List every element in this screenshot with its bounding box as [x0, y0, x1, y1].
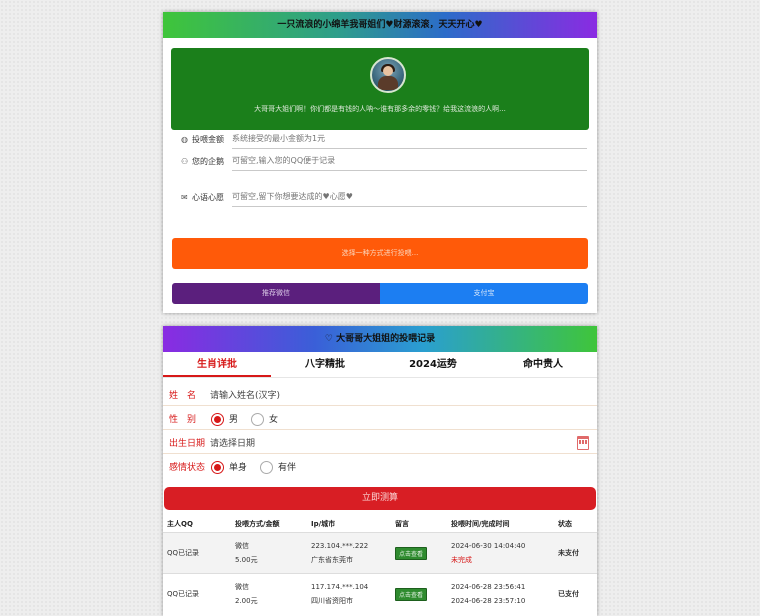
- alipay-button[interactable]: 支付宝: [380, 283, 588, 304]
- row-ip: 117.174.***.104 四川省资阳市: [307, 573, 391, 614]
- qq-row: ⚇ 您的企鹅: [181, 152, 587, 172]
- status-single-label: 单身: [229, 463, 248, 473]
- payment-options: 推荐微信 支付宝: [172, 283, 588, 304]
- status-badge: 未支付: [554, 532, 597, 574]
- row-qq: QQ已记录: [163, 573, 231, 614]
- row-ip: 223.104.***.222 广东省东莞市: [307, 532, 391, 574]
- user-icon: ⚇: [181, 157, 189, 166]
- tab-noble-person[interactable]: 命中贵人: [489, 355, 597, 375]
- gender-male-radio[interactable]: [211, 413, 224, 426]
- gender-female-radio[interactable]: [251, 413, 264, 426]
- col-status: 状态: [554, 515, 597, 533]
- row-message: 点击查看: [391, 573, 447, 614]
- row-time: 2024-06-30 14:04:40 未完成: [447, 532, 554, 574]
- intro-text: 大哥哥大姐们啊！你们都是有钱的人呐～谁有那多余的零钱？给我这流浪的人啊...: [254, 105, 506, 113]
- row-method: 微信 2.00元: [231, 573, 307, 614]
- gender-row: 性 别 男 女: [163, 408, 597, 430]
- wechat-pay-button[interactable]: 推荐微信: [172, 283, 380, 304]
- qq-label: ⚇ 您的企鹅: [181, 157, 224, 166]
- status-label: 感情状态: [169, 463, 206, 473]
- gender-label: 性 别: [169, 415, 197, 425]
- status-partner-label: 有伴: [278, 463, 297, 473]
- col-qq: 主人QQ: [163, 515, 231, 533]
- tab-bar: 生肖详批 八字精批 2024运势 命中贵人: [163, 355, 597, 377]
- avatar: [370, 57, 406, 93]
- tab-zodiac[interactable]: 生肖详批: [163, 355, 271, 377]
- gender-male-label: 男: [229, 415, 239, 425]
- records-table: 主人QQ 投喂方式/金额 Ip/城市 留言 投喂时间/完成时间 状态 QQ已记录…: [163, 515, 597, 614]
- coin-icon: ◍: [181, 135, 188, 144]
- name-label: 姓 名: [169, 391, 197, 401]
- view-message-button[interactable]: 点击查看: [395, 546, 428, 560]
- name-input[interactable]: 请输入姓名(汉字): [210, 388, 280, 401]
- records-header: ♡ 大哥哥大姐姐的投喂记录: [163, 326, 597, 352]
- table-row: QQ已记录 微信 2.00元 117.174.***.104 四川省资阳市 点击查看…: [163, 573, 597, 614]
- calendar-icon[interactable]: [577, 436, 589, 450]
- row-message: 点击查看: [391, 532, 447, 574]
- row-method: 微信 5.00元: [231, 532, 307, 574]
- status-badge: 已支付: [554, 573, 597, 614]
- intro-banner: 大哥哥大姐们啊！你们都是有钱的人呐～谁有那多余的零钱？给我这流浪的人啊...: [171, 48, 589, 130]
- row-time: 2024-06-28 23:56:41 2024-06-28 23:57:10: [447, 573, 554, 614]
- status-row: 感情状态 单身 有伴: [163, 456, 597, 478]
- tab-divider: [163, 377, 597, 378]
- amount-label: ◍ 投喂金额: [181, 135, 224, 144]
- view-message-button[interactable]: 点击查看: [395, 587, 428, 601]
- name-row: 姓 名 请输入姓名(汉字): [163, 384, 597, 406]
- birth-date-input[interactable]: 请选择日期: [210, 436, 255, 449]
- amount-input[interactable]: [232, 130, 587, 149]
- status-partner-radio[interactable]: [260, 461, 273, 474]
- fortune-form: 姓 名 请输入姓名(汉字) 性 别 男 女 出生日期 请选择日期 感情状态 单身…: [163, 384, 597, 484]
- donation-card: 一只流浪的小绵羊我哥姐们♥财源滚滚，天天开心♥ 大哥哥大姐们啊！你们都是有钱的人…: [163, 12, 597, 313]
- tab-2024-fortune[interactable]: 2024运势: [379, 355, 487, 375]
- col-time: 投喂时间/完成时间: [447, 515, 554, 533]
- qq-input[interactable]: [232, 152, 587, 171]
- choose-payment-button[interactable]: 选择一种方式进行投喂...: [172, 238, 588, 269]
- col-message: 留言: [391, 515, 447, 533]
- mail-icon: ✉: [181, 193, 188, 202]
- wish-row: ✉ 心语心愿: [181, 188, 587, 208]
- col-ip: Ip/城市: [307, 515, 391, 533]
- wish-input[interactable]: [232, 188, 587, 207]
- row-qq: QQ已记录: [163, 532, 231, 574]
- birth-label: 出生日期: [169, 439, 206, 449]
- calculate-button[interactable]: 立即测算: [164, 487, 596, 510]
- birth-row: 出生日期 请选择日期: [163, 432, 597, 454]
- donation-header: 一只流浪的小绵羊我哥姐们♥财源滚滚，天天开心♥: [163, 12, 597, 38]
- amount-row: ◍ 投喂金额: [181, 130, 587, 150]
- records-card: ♡ 大哥哥大姐姐的投喂记录 生肖详批 八字精批 2024运势 命中贵人 姓 名 …: [163, 326, 597, 616]
- col-method: 投喂方式/金额: [231, 515, 307, 533]
- table-row: QQ已记录 微信 5.00元 223.104.***.222 广东省东莞市 点击查看…: [163, 532, 597, 574]
- status-single-radio[interactable]: [211, 461, 224, 474]
- tab-bazi[interactable]: 八字精批: [271, 355, 379, 375]
- wish-label: ✉ 心语心愿: [181, 193, 224, 202]
- gender-female-label: 女: [269, 415, 279, 425]
- table-header-row: 主人QQ 投喂方式/金额 Ip/城市 留言 投喂时间/完成时间 状态: [163, 515, 597, 533]
